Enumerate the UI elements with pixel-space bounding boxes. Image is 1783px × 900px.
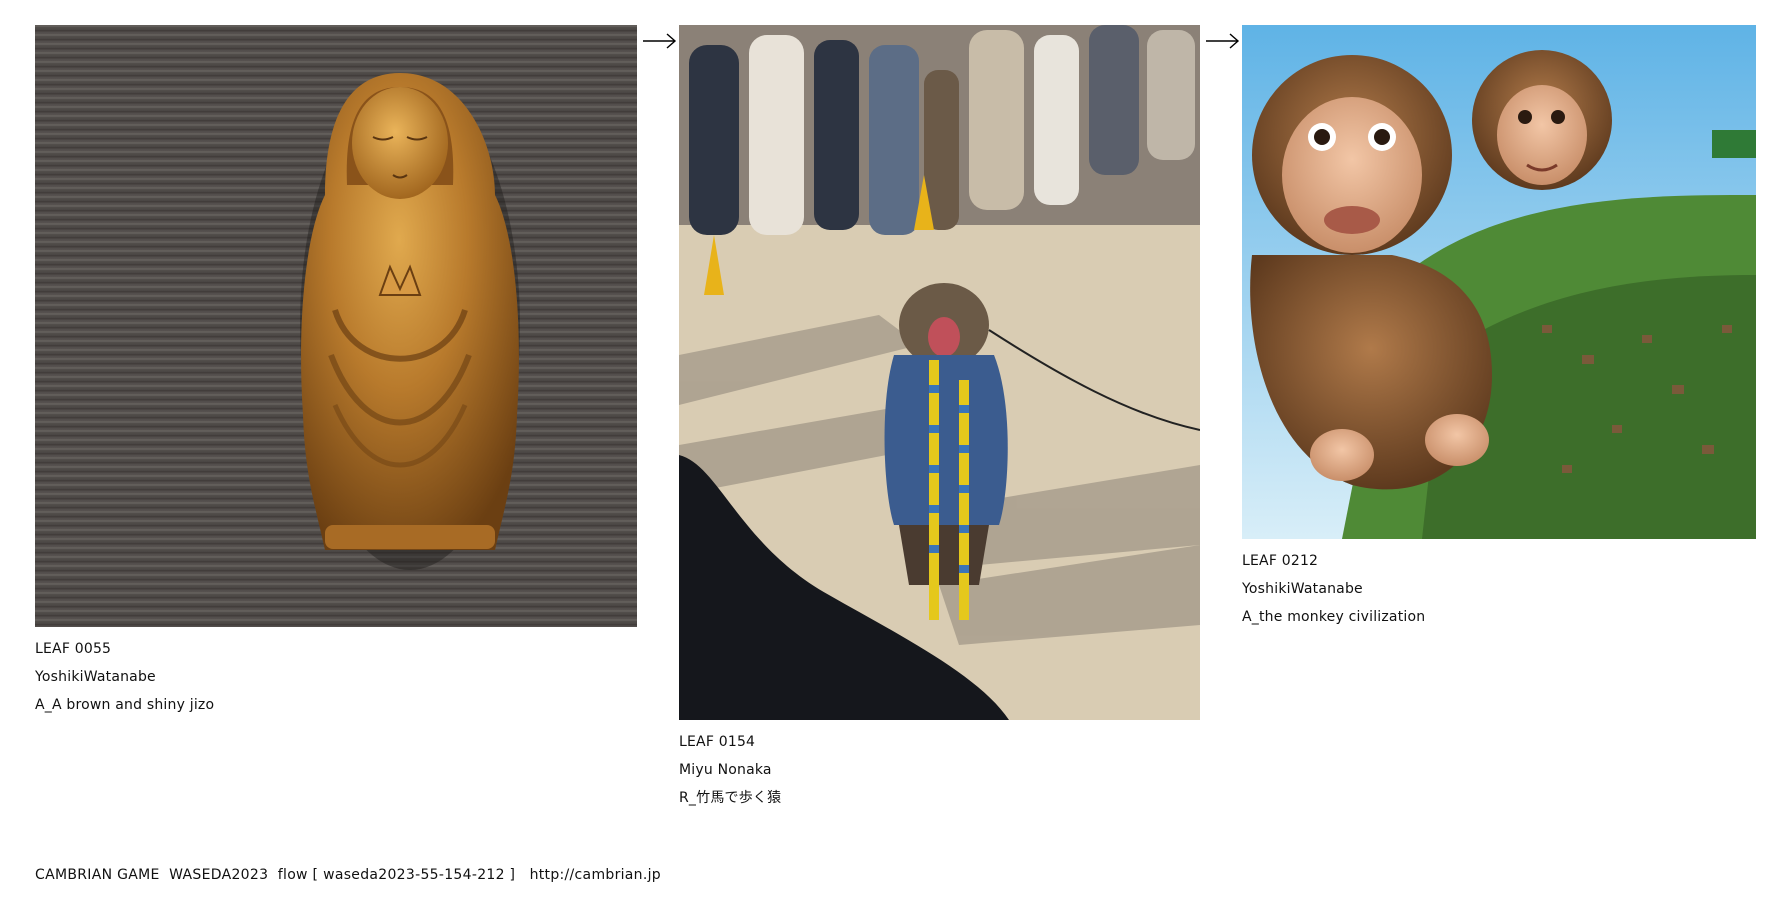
leaf-id: LEAF 0212 xyxy=(1242,553,1319,569)
flow-arrow-icon xyxy=(1206,33,1240,49)
flow-arrow-icon xyxy=(643,33,677,49)
jizo-image[interactable] xyxy=(35,25,637,627)
monkey-stilts-photo[interactable] xyxy=(679,25,1200,720)
monkey-civilization-image[interactable] xyxy=(1242,25,1756,539)
leaf-author[interactable]: YoshikiWatanabe xyxy=(1242,575,1756,603)
leaf-author[interactable]: YoshikiWatanabe xyxy=(35,663,637,691)
leaf-card-0154: LEAF 0154 Miyu Nonaka R_竹馬で歩く猿 xyxy=(679,25,1200,812)
leaf-title: R_竹馬で歩く猿 xyxy=(679,790,782,806)
leaf-author[interactable]: Miyu Nonaka xyxy=(679,756,1200,784)
footer-credits: CAMBRIAN GAME WASEDA2023 flow [ waseda20… xyxy=(35,867,661,883)
leaf-title: A_A brown and shiny jizo xyxy=(35,697,215,713)
leaf-title: A_the monkey civilization xyxy=(1242,609,1426,625)
leaf-id: LEAF 0055 xyxy=(35,641,112,657)
leaf-id: LEAF 0154 xyxy=(679,734,756,750)
leaf-card-0055: LEAF 0055 YoshikiWatanabe A_A brown and … xyxy=(35,25,637,719)
leaf-card-0212: LEAF 0212 YoshikiWatanabe A_the monkey c… xyxy=(1242,25,1756,631)
